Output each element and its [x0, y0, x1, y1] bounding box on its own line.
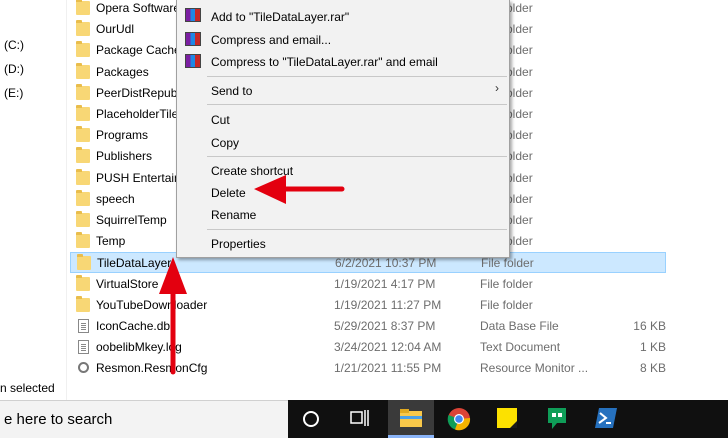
- file-type: Resource Monitor ...: [480, 361, 589, 376]
- chrome-icon[interactable]: [447, 407, 471, 431]
- hangouts-icon[interactable]: [545, 406, 569, 432]
- folder-icon: [76, 295, 90, 312]
- context-menu: Add to "TileDataLayer.rar" Compress and …: [176, 0, 510, 258]
- file-icon: [78, 340, 89, 355]
- file-size: 16 KB: [633, 319, 666, 333]
- nav-drive-d[interactable]: (D:): [4, 62, 24, 76]
- folder-icon: [76, 126, 90, 143]
- chevron-right-icon: ›: [495, 81, 499, 95]
- menu-item-rename[interactable]: Rename: [211, 208, 256, 222]
- file-name: oobelibMkey.log: [96, 340, 182, 355]
- menu-item-delete[interactable]: Delete: [211, 186, 246, 200]
- file-date: 6/2/2021 10:37 PM: [335, 256, 437, 271]
- powershell-icon[interactable]: [594, 407, 618, 429]
- folder-icon: [76, 189, 90, 206]
- gear-icon: [78, 362, 89, 374]
- rar-icon: [185, 32, 201, 46]
- file-date: 3/24/2021 12:04 AM: [334, 340, 442, 355]
- file-size: 8 KB: [639, 361, 666, 376]
- status-bar-selection: n selected: [0, 381, 55, 395]
- folder-icon: [76, 20, 90, 37]
- file-date: 5/29/2021 8:37 PM: [334, 319, 436, 333]
- cortana-icon[interactable]: [303, 411, 319, 427]
- taskbar-search-placeholder: e here to search: [4, 411, 113, 428]
- menu-item-compress-email[interactable]: Compress and email...: [211, 33, 331, 47]
- folder-icon: [76, 62, 90, 79]
- file-name: IconCache.db: [96, 319, 171, 333]
- rar-icon: [185, 8, 201, 22]
- menu-separator: [207, 76, 507, 77]
- folder-icon: [76, 168, 90, 185]
- file-name: VirtualStore: [96, 276, 159, 291]
- file-name: Resmon.ResmonCfg: [96, 361, 208, 376]
- menu-item-cut[interactable]: Cut: [211, 113, 230, 127]
- file-type: File folder: [480, 297, 533, 312]
- annotation-arrow-up: [159, 257, 187, 375]
- nav-drive-c[interactable]: (C:): [4, 38, 24, 52]
- task-view-icon[interactable]: [350, 409, 370, 427]
- menu-separator: [207, 229, 507, 230]
- sticky-notes-icon[interactable]: [496, 407, 518, 429]
- menu-item-send-to[interactable]: Send to: [211, 84, 252, 98]
- file-date: 1/19/2021 11:27 PM: [334, 297, 442, 312]
- file-type: File folder: [480, 276, 533, 291]
- file-type: Data Base File: [480, 319, 559, 333]
- folder-icon: [77, 254, 91, 271]
- folder-icon: [76, 274, 90, 291]
- file-explorer-icon: [400, 409, 422, 427]
- annotation-arrow-left: [254, 175, 345, 204]
- folder-icon: [76, 211, 90, 227]
- folder-icon: [76, 0, 90, 15]
- file-date: 1/19/2021 4:17 PM: [334, 276, 436, 291]
- menu-item-compress-rar-email[interactable]: Compress to "TileDataLayer.rar" and emai…: [211, 55, 438, 69]
- rar-icon: [185, 54, 201, 68]
- folder-icon: [76, 41, 90, 58]
- file-icon: [78, 319, 89, 333]
- folder-icon: [76, 147, 90, 164]
- menu-item-properties[interactable]: Properties: [211, 237, 266, 251]
- folder-icon: [76, 232, 90, 249]
- file-type: Text Document: [480, 340, 561, 355]
- folder-icon: [76, 83, 90, 100]
- file-type: File folder: [481, 256, 534, 271]
- menu-item-copy[interactable]: Copy: [211, 136, 239, 150]
- menu-separator: [207, 156, 507, 157]
- menu-item-add-to-rar[interactable]: Add to "TileDataLayer.rar": [211, 10, 349, 24]
- file-size: 1 KB: [639, 340, 666, 355]
- file-date: 1/21/2021 11:55 PM: [334, 361, 442, 376]
- file-name: TileDataLayer: [97, 256, 172, 271]
- folder-icon: [76, 105, 90, 121]
- navigation-pane: (C:) (D:) (E:): [0, 0, 67, 400]
- nav-drive-e[interactable]: (E:): [4, 86, 23, 100]
- menu-separator: [207, 104, 507, 105]
- file-name: YouTubeDownloader: [96, 297, 208, 312]
